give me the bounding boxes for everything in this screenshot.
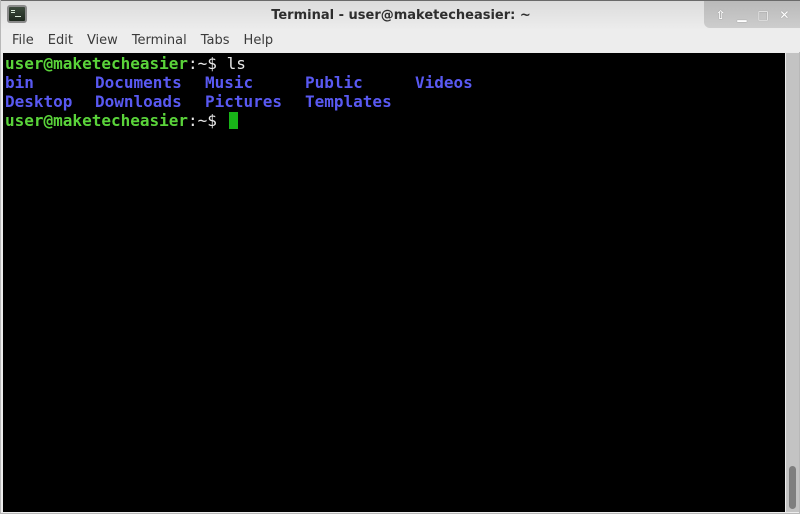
prompt-user: user@maketecheasier: [5, 54, 189, 73]
dir-entry: Public: [305, 73, 363, 92]
dir-entry: Pictures: [205, 92, 283, 111]
listing-row: bin Documents Music Public Videos: [5, 73, 785, 92]
vertical-scrollbar[interactable]: [786, 53, 799, 512]
menu-tabs[interactable]: Tabs: [194, 33, 237, 48]
window-title: Terminal - user@maketecheasier: ~: [271, 8, 531, 23]
listing-row: Desktop Downloads Pictures Templates: [5, 92, 785, 111]
dir-entry: Documents: [95, 73, 182, 92]
minimize-icon[interactable]: ▁: [735, 8, 749, 22]
scrollbar-thumb[interactable]: [789, 466, 796, 509]
prompt-user: user@maketecheasier: [5, 111, 189, 130]
dir-entry: Videos: [415, 73, 473, 92]
menu-edit[interactable]: Edit: [41, 33, 80, 48]
menu-view[interactable]: View: [80, 33, 125, 48]
dir-entry: Templates: [305, 92, 392, 111]
prompt-suffix: :~$: [188, 54, 227, 73]
prompt-line: user@maketecheasier:~$: [5, 111, 785, 130]
terminal-output[interactable]: user@maketecheasier:~$ ls bin Documents Mu…: [3, 53, 785, 512]
dir-entry: bin: [5, 73, 34, 92]
text-cursor: [228, 112, 238, 129]
menu-bar: File Edit View Terminal Tabs Help: [1, 29, 800, 52]
command-text: ls: [226, 54, 246, 73]
maximize-icon[interactable]: □: [756, 8, 770, 22]
dir-entry: Downloads: [95, 92, 182, 111]
window-controls: ⇧ ▁ □ ✕: [704, 1, 800, 28]
command-line: user@maketecheasier:~$ ls: [5, 54, 785, 73]
dir-entry: Music: [205, 73, 254, 92]
menu-file[interactable]: File: [5, 33, 41, 48]
menu-terminal[interactable]: Terminal: [125, 33, 194, 48]
title-bar[interactable]: Terminal - user@maketecheasier: ~ ⇧ ▁ □ …: [1, 0, 800, 29]
menu-help[interactable]: Help: [237, 33, 281, 48]
terminal-window: Terminal - user@maketecheasier: ~ ⇧ ▁ □ …: [0, 0, 800, 514]
keep-above-icon[interactable]: ⇧: [714, 8, 728, 22]
close-icon[interactable]: ✕: [777, 8, 791, 22]
dir-entry: Desktop: [5, 92, 73, 111]
prompt-suffix: :~$: [188, 111, 227, 130]
